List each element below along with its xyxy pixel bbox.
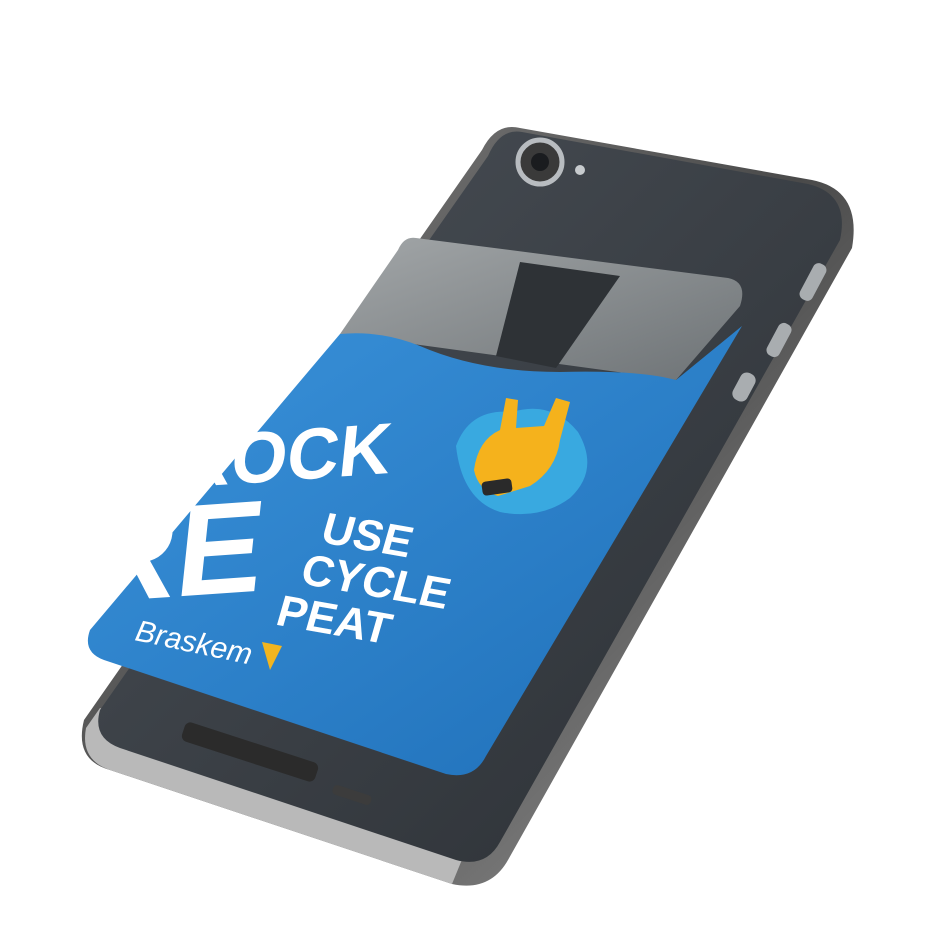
product-photo: ROCK RE USE CYCLE PEAT Braskem [76,126,854,886]
word-re: RE [76,471,272,631]
